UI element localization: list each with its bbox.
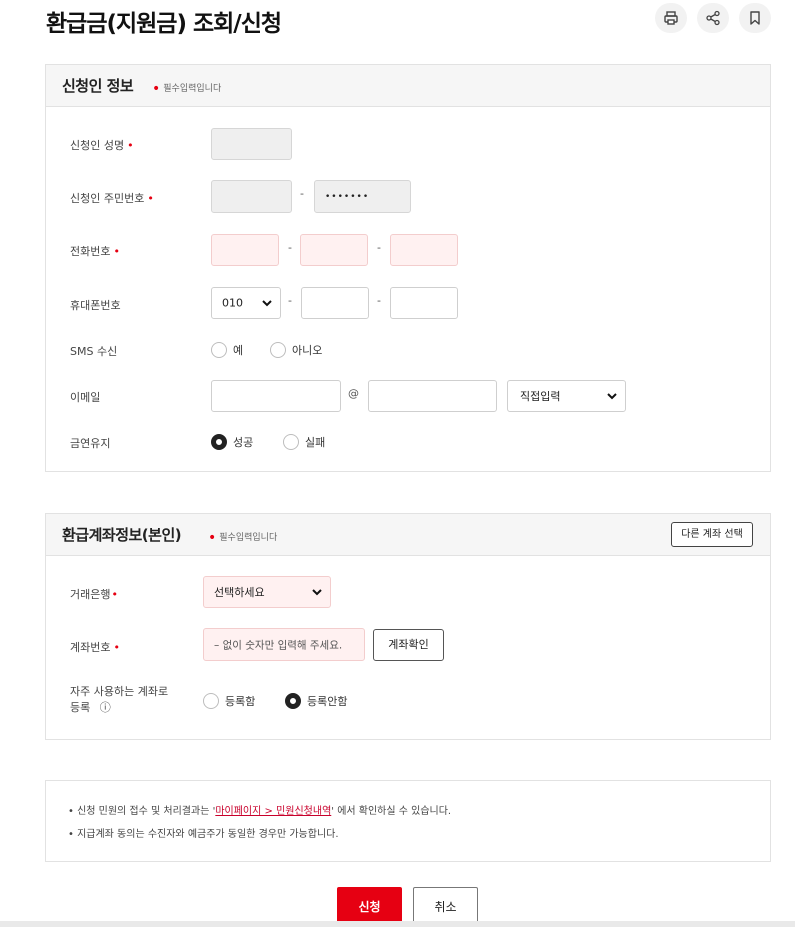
- mypage-link[interactable]: 마이페이지 > 민원신청내역: [215, 806, 331, 817]
- bottom-divider: [0, 921, 795, 927]
- mobile-dash-1: -: [288, 294, 292, 307]
- radio-checked-icon: [211, 434, 227, 450]
- info-icon[interactable]: ⓘ: [100, 701, 111, 714]
- other-account-button[interactable]: 다른 계좌 선택: [671, 522, 753, 547]
- radio-unchecked-icon: [203, 693, 219, 709]
- applicant-info-section: 신청인 정보 • 필수입력입니다 신청인 성명 • 신청인 주민번호 • - ••••…: [45, 64, 771, 472]
- mobile-dash-2: -: [377, 294, 381, 307]
- mobile-prefix-select[interactable]: 010: [211, 287, 281, 319]
- quit-success-radio[interactable]: 성공: [211, 434, 253, 450]
- mobile-part2-input[interactable]: [301, 287, 369, 319]
- bank-select[interactable]: 선택하세요: [203, 576, 331, 608]
- account-section-title: 환급계좌정보(본인): [62, 526, 182, 544]
- register-yes-radio[interactable]: 등록함: [203, 693, 255, 709]
- notice-line-1: • 신청 민원의 접수 및 처리결과는 '마이페이지 > 민원신청내역' 에서 …: [68, 806, 452, 817]
- radio-unchecked-icon: [211, 342, 227, 358]
- share-button[interactable]: [697, 3, 729, 33]
- applicant-rrn-label: 신청인 주민번호 •: [70, 192, 154, 205]
- phone-part2-input[interactable]: [300, 234, 368, 266]
- radio-unchecked-icon: [283, 434, 299, 450]
- quit-fail-radio[interactable]: 실패: [283, 434, 325, 450]
- account-number-input[interactable]: – 없이 숫자만 입력해 주세요.: [203, 628, 365, 661]
- required-note: • 필수입력입니다: [152, 81, 222, 97]
- mobile-part3-input[interactable]: [390, 287, 458, 319]
- bookmark-icon: [750, 11, 760, 25]
- sms-yes-radio[interactable]: 예: [211, 342, 243, 358]
- title-toolbar: [655, 3, 771, 33]
- rrn-dash: -: [300, 187, 304, 200]
- chevron-down-icon: [262, 300, 272, 307]
- email-id-input[interactable]: [211, 380, 341, 412]
- share-icon: [706, 10, 720, 26]
- account-section-header: 환급계좌정보(본인) • 필수입력입니다 다른 계좌 선택: [46, 514, 770, 556]
- frequent-account-label: 자주 사용하는 계좌로 등록 ⓘ: [70, 685, 169, 714]
- radio-unchecked-icon: [270, 342, 286, 358]
- chevron-down-icon: [312, 589, 322, 596]
- email-domain-select[interactable]: 직접입력: [507, 380, 626, 412]
- email-domain-input[interactable]: [368, 380, 497, 412]
- required-dot: •: [208, 530, 217, 546]
- applicant-section-header: 신청인 정보 • 필수입력입니다: [46, 65, 770, 107]
- required-dot: •: [152, 81, 161, 97]
- phone-dash-2: -: [377, 241, 381, 254]
- verify-account-button[interactable]: 계좌확인: [373, 629, 444, 661]
- account-number-label: 계좌번호 •: [70, 641, 120, 654]
- rrn-back-field[interactable]: •••••••: [314, 180, 411, 213]
- quit-smoking-label: 금연유지: [70, 437, 111, 450]
- page-title: 환급금(지원금) 조회/신청: [46, 11, 282, 37]
- print-button[interactable]: [655, 3, 687, 33]
- applicant-name-field[interactable]: [211, 128, 292, 160]
- phone-dash-1: -: [288, 241, 292, 254]
- sms-label: SMS 수신: [70, 345, 118, 358]
- applicant-section-title: 신청인 정보: [62, 77, 134, 95]
- bank-label: 거래은행•: [70, 588, 118, 601]
- print-icon: [664, 11, 678, 25]
- chevron-down-icon: [607, 393, 617, 400]
- register-no-radio[interactable]: 등록안함: [285, 693, 347, 709]
- email-at-sign: @: [348, 387, 359, 400]
- notice-box: • 신청 민원의 접수 및 처리결과는 '마이페이지 > 민원신청내역' 에서 …: [45, 780, 771, 862]
- phone-part1-input[interactable]: [211, 234, 279, 266]
- phone-label: 전화번호 •: [70, 245, 120, 258]
- rrn-front-field[interactable]: [211, 180, 292, 213]
- phone-part3-input[interactable]: [390, 234, 458, 266]
- email-label: 이메일: [70, 391, 101, 404]
- refund-account-section: 환급계좌정보(본인) • 필수입력입니다 다른 계좌 선택 거래은행• 선택하세요…: [45, 513, 771, 740]
- sms-no-radio[interactable]: 아니오: [270, 342, 322, 358]
- mobile-label: 휴대폰번호: [70, 299, 121, 312]
- bookmark-button[interactable]: [739, 3, 771, 33]
- notice-line-2: • 지급계좌 동의는 수진자와 예금주가 동일한 경우만 가능합니다.: [68, 829, 339, 840]
- applicant-name-label: 신청인 성명 •: [70, 139, 134, 152]
- radio-checked-icon: [285, 693, 301, 709]
- required-note: • 필수입력입니다: [208, 530, 278, 546]
